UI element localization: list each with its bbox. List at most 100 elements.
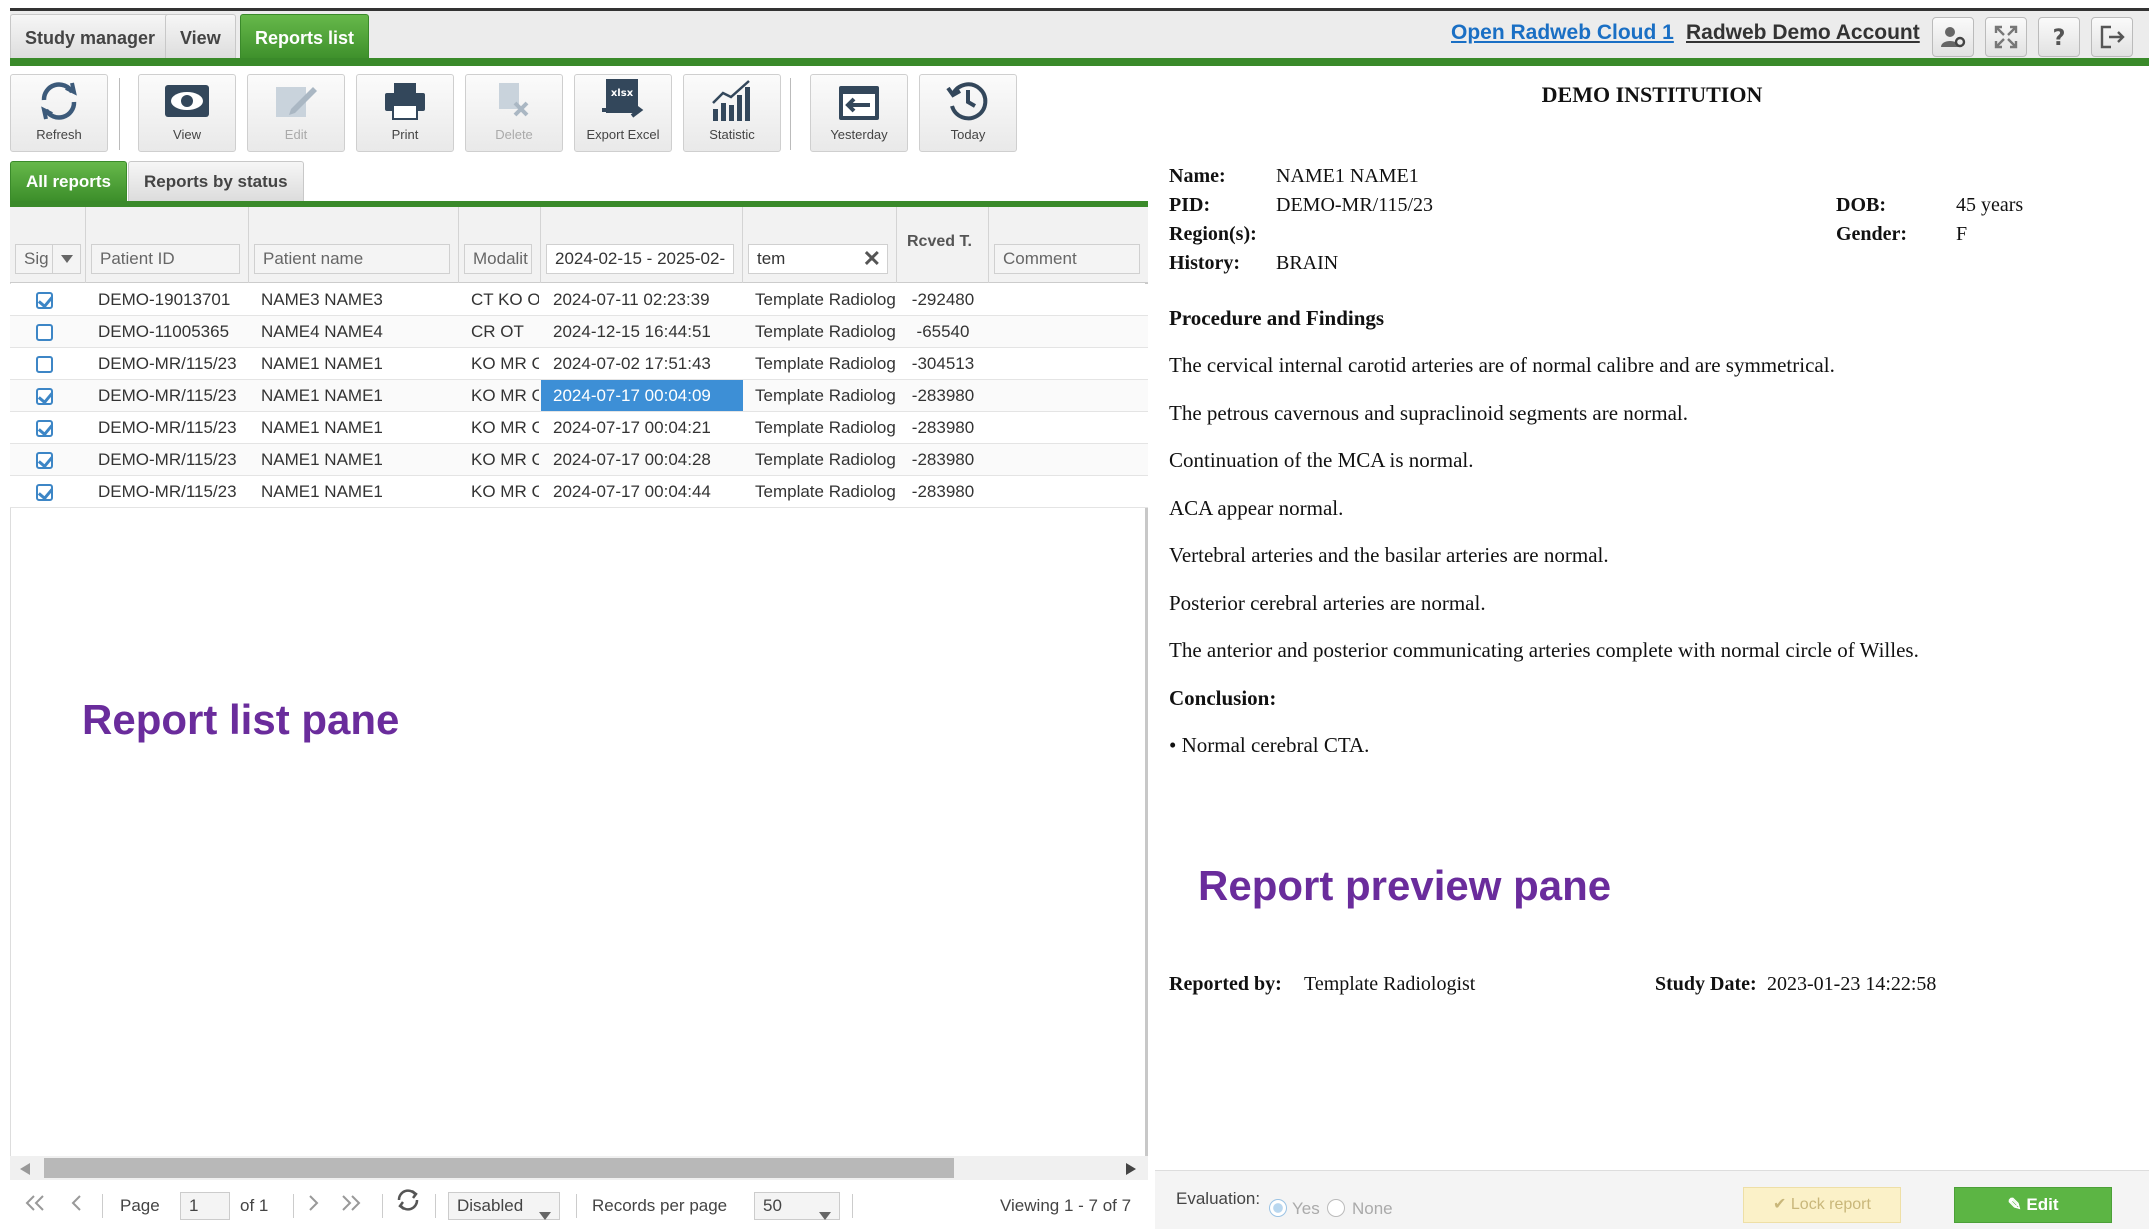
close-icon[interactable]: ✕ [863, 245, 881, 273]
table-row[interactable]: DEMO-11005365 NAME4 NAME4 CR OT 2024-12-… [10, 316, 1148, 348]
pager-separator [382, 1194, 383, 1218]
page-number-input[interactable]: 1 [180, 1192, 230, 1220]
tab-all-reports[interactable]: All reports [10, 161, 128, 201]
name-label: Name: [1169, 165, 1226, 187]
tab-reports-by-status[interactable]: Reports by status [128, 161, 304, 201]
column-rcved[interactable]: Rcved T. [897, 207, 989, 283]
yesterday-button[interactable]: Yesterday [810, 74, 908, 152]
refresh-label: Refresh [36, 127, 82, 142]
comment-filter[interactable]: Comment [994, 244, 1140, 274]
sig-filter[interactable]: Sig [15, 244, 81, 274]
page-label: Page [120, 1196, 160, 1215]
column-sig[interactable]: Sig [10, 207, 86, 283]
finding-paragraph: Vertebral arteries and the basilar arter… [1169, 543, 1609, 567]
evaluation-yes-radio[interactable] [1269, 1199, 1287, 1217]
export-excel-button[interactable]: xlsx Export Excel [574, 74, 672, 152]
chevron-down-icon[interactable] [819, 1202, 831, 1228]
tab-reports-list[interactable]: Reports list [240, 14, 370, 61]
date-range-filter[interactable]: 2024-02-15 - 2025-02- [546, 244, 734, 274]
signed-checkbox[interactable] [36, 324, 53, 341]
modality-cell: CT KO O [471, 290, 539, 309]
logout-icon[interactable] [2091, 17, 2133, 57]
scroll-right-icon[interactable] [1126, 1162, 1136, 1180]
patient-name-cell: NAME1 NAME1 [261, 482, 383, 501]
statistic-label: Statistic [709, 127, 755, 142]
previous-page-icon[interactable] [70, 1188, 82, 1224]
edit-button[interactable]: Edit [247, 74, 345, 152]
signed-checkbox[interactable] [36, 484, 53, 501]
signed-checkbox[interactable] [36, 292, 53, 309]
signed-checkbox[interactable] [36, 388, 53, 405]
scrollbar-thumb[interactable] [44, 1158, 954, 1178]
lock-report-button[interactable]: ✔ Lock report [1743, 1187, 1901, 1223]
finding-paragraph: Posterior cerebral arteries are normal. [1169, 591, 1486, 615]
help-icon[interactable]: ? [2038, 17, 2080, 57]
patient-name-cell: NAME1 NAME1 [261, 450, 383, 469]
signed-checkbox[interactable] [36, 356, 53, 373]
column-date[interactable]: 2024-02-15 - 2025-02- [541, 207, 743, 283]
preview-action-bar: Evaluation: Yes None ✔ Lock report ✎ Edi… [1155, 1170, 2149, 1229]
horizontal-scrollbar[interactable] [10, 1156, 1148, 1180]
table-row[interactable]: DEMO-MR/115/23 NAME1 NAME1 KO MR C 2024-… [10, 348, 1148, 380]
table-row-selected[interactable]: DEMO-MR/115/23 NAME1 NAME1 KO MR C 2024-… [10, 380, 1148, 412]
column-comment[interactable]: Comment [989, 207, 1148, 283]
table-row[interactable]: DEMO-MR/115/23 NAME1 NAME1 KO MR C 2024-… [10, 444, 1148, 476]
settings-user-icon[interactable] [1932, 17, 1974, 57]
edit-report-button[interactable]: ✎ Edit [1954, 1187, 2112, 1223]
patient-name-cell: NAME1 NAME1 [261, 354, 383, 373]
table-row[interactable]: DEMO-MR/115/23 NAME1 NAME1 KO MR C 2024-… [10, 412, 1148, 444]
last-page-icon[interactable] [340, 1188, 362, 1224]
refresh-button[interactable]: Refresh [10, 74, 108, 152]
disabled-select[interactable]: Disabled [448, 1192, 560, 1220]
table-row[interactable]: DEMO-19013701 NAME3 NAME3 CT KO O 2024-0… [10, 284, 1148, 316]
chevron-down-icon[interactable] [539, 1202, 551, 1228]
modality-cell: KO MR C [471, 386, 539, 405]
first-page-icon[interactable] [24, 1188, 46, 1224]
template-cell: Template Radiologis [755, 482, 896, 501]
column-modality[interactable]: Modalit [459, 207, 541, 283]
fullscreen-icon[interactable] [1985, 17, 2027, 57]
disabled-select-value: Disabled [457, 1196, 524, 1215]
column-patient-id[interactable]: Patient ID [86, 207, 249, 283]
view-button[interactable]: View [138, 74, 236, 152]
delete-button[interactable]: Delete [465, 74, 563, 152]
reload-grid-icon[interactable] [395, 1188, 421, 1224]
finding-paragraph: The petrous cavernous and supraclinoid s… [1169, 401, 1689, 425]
tab-study-manager[interactable]: Study manager [10, 14, 171, 61]
pager-separator [435, 1194, 436, 1218]
evaluation-none-radio[interactable] [1327, 1199, 1345, 1217]
report-preview-pane-label: Report preview pane [1198, 862, 1612, 909]
table-row[interactable]: DEMO-MR/115/23 NAME1 NAME1 KO MR C 2024-… [10, 476, 1148, 508]
today-button[interactable]: Today [919, 74, 1017, 152]
template-filter-input[interactable]: tem ✕ [748, 244, 888, 274]
patient-id-filter[interactable]: Patient ID [91, 244, 240, 274]
scroll-left-icon[interactable] [20, 1162, 30, 1180]
study-date-label: Study Date: [1655, 973, 1757, 995]
tab-view[interactable]: View [165, 14, 236, 61]
patient-id-cell: DEMO-11005365 [98, 322, 230, 341]
patient-name-filter[interactable]: Patient name [254, 244, 450, 274]
name-value: NAME1 NAME1 [1276, 165, 1419, 187]
signed-checkbox[interactable] [36, 420, 53, 437]
column-patient-name[interactable]: Patient name [249, 207, 459, 283]
statistic-button[interactable]: Statistic [683, 74, 781, 152]
date-cell-selected[interactable]: 2024-07-17 00:04:09 [541, 380, 743, 411]
chevron-down-icon[interactable] [52, 245, 80, 273]
print-button[interactable]: Print [356, 74, 454, 152]
patient-name-cell: NAME1 NAME1 [261, 386, 383, 405]
date-cell: 2024-07-17 00:04:44 [553, 482, 711, 501]
rcved-cell: -283980 [911, 386, 975, 405]
modality-filter[interactable]: Modalit [464, 244, 532, 274]
reported-by-value: Template Radiologist [1304, 973, 1476, 995]
app-window: Study manager View Reports list Open Rad… [10, 8, 2149, 1229]
open-radweb-cloud-link[interactable]: Open Radweb Cloud 1 [1451, 21, 1674, 45]
gender-label: Gender: [1836, 223, 1908, 245]
rcved-cell: -292480 [911, 290, 975, 309]
signed-checkbox[interactable] [36, 452, 53, 469]
records-per-page-select[interactable]: 50 [754, 1192, 840, 1220]
next-page-icon[interactable] [308, 1188, 320, 1224]
account-link[interactable]: Radweb Demo Account [1686, 21, 1920, 45]
rcved-cell: -304513 [911, 354, 975, 373]
report-list-pane-label: Report list pane [82, 696, 400, 743]
column-template[interactable]: tem ✕ [743, 207, 897, 283]
